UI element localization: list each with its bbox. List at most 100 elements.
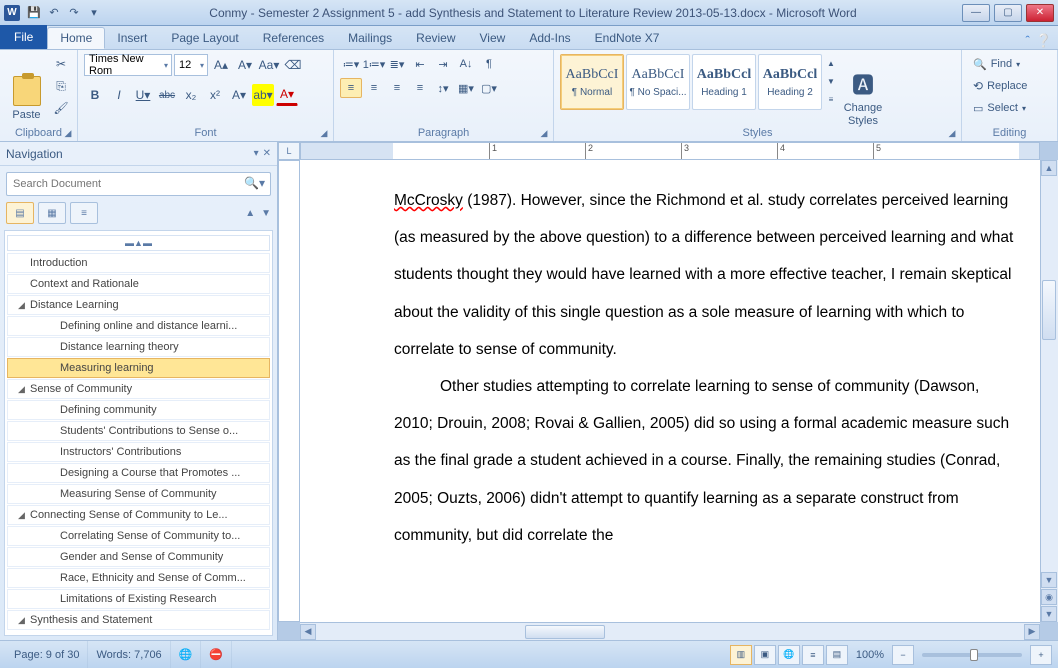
tab-add-ins[interactable]: Add-Ins	[517, 27, 582, 49]
zoom-in-button[interactable]: +	[1030, 645, 1052, 665]
line-spacing-button[interactable]: ↕▾	[432, 78, 454, 98]
scroll-up-button[interactable]: ▲	[1041, 160, 1057, 176]
zoom-percent[interactable]: 100%	[850, 649, 890, 661]
scroll-right-button[interactable]: ▶	[1024, 624, 1040, 640]
align-left-button[interactable]: ≡	[340, 78, 362, 98]
styles-scroll-down[interactable]: ▼	[824, 72, 838, 90]
style-no-spacing[interactable]: AaBbCcI ¶ No Spaci...	[626, 54, 690, 110]
font-color-button[interactable]: A▾	[276, 84, 298, 106]
zoom-slider[interactable]	[922, 653, 1022, 657]
status-macro-record[interactable]: ⛔	[201, 641, 232, 668]
file-tab[interactable]: File	[0, 25, 47, 49]
select-button[interactable]: Select▾	[968, 98, 1032, 118]
tab-home[interactable]: Home	[47, 27, 105, 49]
tree-item[interactable]: Race, Ethnicity and Sense of Comm...	[7, 568, 270, 588]
page[interactable]: McCrosky (1987). However, since the Rich…	[300, 160, 1040, 622]
scroll-down-button[interactable]: ▼	[1041, 572, 1057, 588]
copy-button[interactable]: ⎘	[51, 76, 71, 96]
view-web-layout[interactable]: 🌐	[778, 645, 800, 665]
tree-item[interactable]: ◢Connecting Sense of Community to Le...	[7, 505, 270, 525]
ruler-corner[interactable]: L	[278, 142, 300, 160]
vertical-scrollbar[interactable]: ▲ ▼ ◉ ▼	[1040, 160, 1058, 622]
maximize-button[interactable]: ▢	[994, 4, 1022, 22]
document-viewport[interactable]: McCrosky (1987). However, since the Rich…	[300, 160, 1040, 622]
styles-scroll-up[interactable]: ▲	[824, 54, 838, 72]
view-outline[interactable]: ≡	[802, 645, 824, 665]
align-right-button[interactable]: ≡	[386, 78, 408, 98]
tree-item[interactable]: Introduction	[7, 253, 270, 273]
search-icon[interactable]: 🔍▾	[244, 176, 265, 190]
subscript-button[interactable]: x₂	[180, 84, 202, 106]
minimize-button[interactable]: —	[962, 4, 990, 22]
italic-button[interactable]: I	[108, 84, 130, 106]
scroll-left-button[interactable]: ◀	[300, 624, 316, 640]
tree-toggle-icon[interactable]: ◢	[18, 615, 30, 626]
tree-item[interactable]: Limitations of Existing Research	[7, 589, 270, 609]
status-words[interactable]: Words: 7,706	[88, 641, 170, 668]
tree-item[interactable]: Defining community	[7, 400, 270, 420]
clipboard-dialog-launcher[interactable]: ◢	[61, 126, 75, 140]
tab-insert[interactable]: Insert	[105, 27, 159, 49]
tree-item[interactable]: ◢Distance Learning	[7, 295, 270, 315]
tree-item[interactable]: Measuring learning	[7, 358, 270, 378]
navigation-menu-button[interactable]: ▾	[254, 148, 259, 159]
navigation-tree[interactable]: ▬▲▬ IntroductionContext and Rationale◢Di…	[4, 230, 273, 636]
tree-item[interactable]: ◢Synthesis and Statement	[7, 610, 270, 630]
style-heading-2[interactable]: AaBbCcl Heading 2	[758, 54, 822, 110]
nav-prev-button[interactable]: ▲	[245, 208, 255, 219]
view-draft[interactable]: ▤	[826, 645, 848, 665]
tab-view[interactable]: View	[468, 27, 518, 49]
tree-item[interactable]: Gender and Sense of Community	[7, 547, 270, 567]
status-language[interactable]: 🌐	[171, 641, 202, 668]
superscript-button[interactable]: x²	[204, 84, 226, 106]
find-button[interactable]: Find▾	[968, 54, 1032, 74]
navigation-close-button[interactable]: ✕	[263, 148, 271, 159]
nav-view-results[interactable]: ≡	[70, 202, 98, 224]
text-effects-button[interactable]: A▾	[228, 84, 250, 106]
zoom-slider-thumb[interactable]	[970, 649, 978, 661]
vertical-ruler[interactable]	[278, 160, 300, 622]
qat-redo-button[interactable]: ↷	[65, 4, 83, 22]
font-name-select[interactable]: Times New Rom	[84, 54, 172, 76]
styles-expand[interactable]: ≡	[824, 90, 838, 108]
clear-formatting-button[interactable]: ⌫	[282, 54, 304, 76]
tab-review[interactable]: Review	[404, 27, 467, 49]
paragraph-dialog-launcher[interactable]: ◢	[537, 126, 551, 140]
tree-item[interactable]: Designing a Course that Promotes ...	[7, 463, 270, 483]
view-full-screen[interactable]: ▣	[754, 645, 776, 665]
tree-item[interactable]: Measuring Sense of Community	[7, 484, 270, 504]
shading-button[interactable]: ▦▾	[455, 78, 477, 98]
search-input[interactable]	[6, 172, 271, 196]
shrink-font-button[interactable]: A▾	[234, 54, 256, 76]
tree-item[interactable]: ◢Sense of Community	[7, 379, 270, 399]
tree-toggle-icon[interactable]: ◢	[18, 510, 30, 521]
strikethrough-button[interactable]: abc	[156, 84, 178, 106]
tree-item[interactable]: Students' Contributions to Sense o...	[7, 421, 270, 441]
justify-button[interactable]: ≡	[409, 78, 431, 98]
align-center-button[interactable]: ≡	[363, 78, 385, 98]
zoom-out-button[interactable]: −	[892, 645, 914, 665]
replace-button[interactable]: Replace	[968, 76, 1032, 96]
highlight-button[interactable]: ab▾	[252, 84, 274, 106]
increase-indent-button[interactable]: ⇥	[432, 54, 454, 74]
document-body[interactable]: McCrosky (1987). However, since the Rich…	[394, 182, 1014, 554]
tree-item[interactable]: Correlating Sense of Community to...	[7, 526, 270, 546]
qat-customize-button[interactable]: ▾	[85, 4, 103, 22]
minimize-ribbon-button[interactable]: ˆ	[1025, 33, 1029, 49]
change-case-button[interactable]: Aa▾	[258, 54, 280, 76]
tab-page-layout[interactable]: Page Layout	[159, 27, 250, 49]
qat-undo-button[interactable]: ↶	[45, 4, 63, 22]
tree-item[interactable]: Defining online and distance learni...	[7, 316, 270, 336]
view-print-layout[interactable]: ▥	[730, 645, 752, 665]
bullets-button[interactable]: ≔▾	[340, 54, 362, 74]
horizontal-scrollbar[interactable]: ◀ ▶	[300, 622, 1040, 640]
next-page-button[interactable]: ▼	[1041, 606, 1057, 622]
nav-next-button[interactable]: ▼	[261, 208, 271, 219]
multilevel-list-button[interactable]: ≣▾	[386, 54, 408, 74]
tree-item[interactable]: Instructors' Contributions	[7, 442, 270, 462]
tree-item[interactable]: Context and Rationale	[7, 274, 270, 294]
numbering-button[interactable]: 1≔▾	[363, 54, 385, 74]
show-marks-button[interactable]: ¶	[478, 54, 500, 74]
style-normal[interactable]: AaBbCcI ¶ Normal	[560, 54, 624, 110]
decrease-indent-button[interactable]: ⇤	[409, 54, 431, 74]
